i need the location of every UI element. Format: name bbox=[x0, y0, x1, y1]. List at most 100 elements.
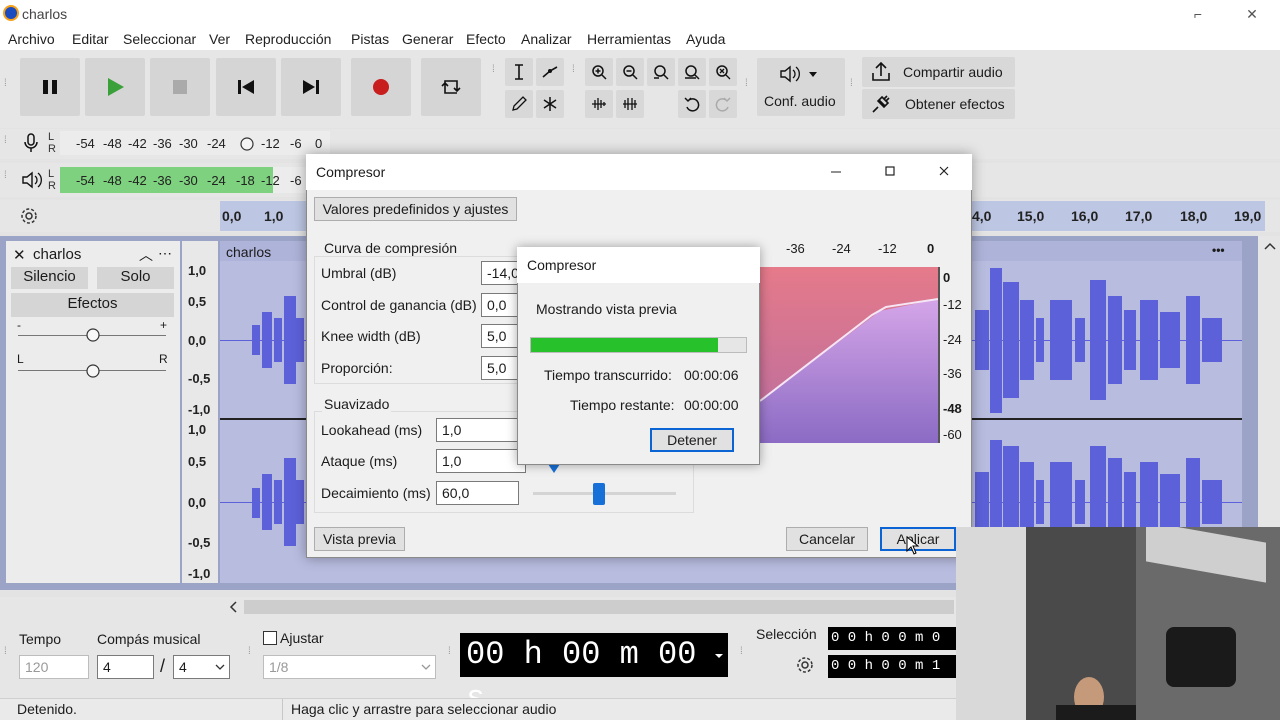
edit-grip-icon[interactable]: ⁞ bbox=[572, 65, 580, 75]
menu-ayuda[interactable]: Ayuda bbox=[686, 31, 725, 47]
selection-end-display[interactable]: 0 0 h 0 0 m 1 8.8 bbox=[828, 655, 968, 678]
preview-button[interactable]: Vista previa bbox=[314, 527, 405, 551]
maximize-icon[interactable] bbox=[884, 165, 896, 177]
record-button[interactable] bbox=[351, 58, 411, 116]
zoom-toggle-button[interactable] bbox=[709, 58, 737, 86]
skip-start-icon bbox=[238, 80, 254, 94]
menu-archivo[interactable]: Archivo bbox=[8, 31, 55, 47]
menu-ver[interactable]: Ver bbox=[209, 31, 230, 47]
menu-generar[interactable]: Generar bbox=[402, 31, 453, 47]
chevron-down-icon bbox=[715, 654, 723, 658]
silence-button[interactable] bbox=[616, 90, 644, 118]
share-audio-button[interactable]: Compartir audio bbox=[862, 57, 1015, 87]
release-slider-thumb[interactable] bbox=[593, 483, 605, 505]
close-icon[interactable] bbox=[938, 165, 950, 177]
meter-denominator-value: 4 bbox=[179, 659, 187, 675]
waveform-segment bbox=[296, 318, 304, 362]
menu-herramientas[interactable]: Herramientas bbox=[587, 31, 671, 47]
snap-select[interactable]: 1/8 bbox=[263, 655, 436, 679]
envelope-tool-button[interactable] bbox=[536, 58, 564, 86]
fit-selection-button[interactable] bbox=[647, 58, 675, 86]
clip-name[interactable]: charlos bbox=[226, 244, 271, 260]
tools-grip-icon[interactable]: ⁞ bbox=[492, 65, 500, 75]
audio-setup-grip-icon[interactable]: ⁞ bbox=[745, 79, 753, 89]
selection-gear-icon[interactable] bbox=[796, 656, 814, 674]
rec-level-knob-icon[interactable] bbox=[240, 137, 254, 151]
cancel-button[interactable]: Cancelar bbox=[786, 527, 868, 551]
status-divider bbox=[282, 699, 283, 720]
attack-input[interactable]: 1,0 bbox=[436, 449, 526, 473]
horizontal-scrollbar-thumb[interactable] bbox=[244, 600, 954, 614]
mute-button[interactable]: Silencio bbox=[11, 267, 88, 289]
time-display[interactable]: 00 h 00 m 00 s bbox=[460, 633, 728, 717]
menu-efecto[interactable]: Efecto bbox=[466, 31, 506, 47]
audio-setup-label: Conf. audio bbox=[764, 93, 836, 109]
selection-grip-icon[interactable]: ⁞ bbox=[740, 647, 748, 657]
menu-editar[interactable]: Editar bbox=[72, 31, 109, 47]
zoom-out-button[interactable] bbox=[616, 58, 644, 86]
play-meter-grip-icon[interactable]: ⁞ bbox=[4, 171, 12, 181]
menu-seleccionar[interactable]: Seleccionar bbox=[123, 31, 196, 47]
gain-slider-knob-icon[interactable] bbox=[86, 328, 100, 342]
pan-slider-knob-icon[interactable] bbox=[86, 364, 100, 378]
meter-numerator-input[interactable]: 4 bbox=[97, 655, 154, 679]
skip-to-end-button[interactable] bbox=[281, 58, 341, 116]
presets-button[interactable]: Valores predefinidos y ajustes bbox=[314, 197, 517, 221]
attack-slider-thumb-icon[interactable] bbox=[548, 464, 560, 474]
zoom-fit-icon bbox=[685, 65, 700, 80]
close-window-button[interactable]: ✕ bbox=[1242, 4, 1262, 24]
play-button[interactable] bbox=[85, 58, 145, 116]
release-input[interactable]: 60,0 bbox=[436, 481, 519, 505]
lookahead-input[interactable]: 1,0 bbox=[436, 418, 526, 442]
share-grip-icon[interactable]: ⁞ bbox=[850, 79, 858, 89]
solo-button[interactable]: Solo bbox=[97, 267, 174, 289]
undo-button[interactable] bbox=[678, 90, 706, 118]
minimize-icon[interactable] bbox=[830, 166, 842, 178]
audio-setup-button[interactable]: Conf. audio bbox=[757, 58, 845, 116]
pan-left-label: L bbox=[17, 352, 24, 366]
snap-checkbox[interactable] bbox=[263, 631, 277, 645]
timeline-settings-gear-icon[interactable] bbox=[20, 207, 38, 225]
get-effects-button[interactable]: Obtener efectos bbox=[862, 89, 1015, 119]
multi-tool-button[interactable] bbox=[536, 90, 564, 118]
redo-button[interactable] bbox=[709, 90, 737, 118]
speaker-icon[interactable] bbox=[21, 170, 43, 190]
scroll-left-arrow-icon[interactable] bbox=[228, 601, 238, 613]
time-display-grip-icon[interactable]: ⁞ bbox=[448, 647, 456, 657]
menu-reproduccion[interactable]: Reproducción bbox=[245, 31, 331, 47]
draw-tool-button[interactable] bbox=[505, 90, 533, 118]
microphone-icon[interactable] bbox=[23, 133, 39, 153]
tempo-input[interactable]: 120 bbox=[19, 655, 89, 679]
waveform-segment bbox=[1050, 300, 1072, 380]
trim-button[interactable] bbox=[585, 90, 613, 118]
track-name[interactable]: charlos bbox=[33, 246, 81, 263]
loop-icon bbox=[441, 80, 461, 94]
skip-to-start-button[interactable] bbox=[216, 58, 276, 116]
rec-meter-grip-icon[interactable]: ⁞ bbox=[4, 136, 12, 146]
zoom-in-icon bbox=[592, 65, 607, 80]
track-menu-button[interactable]: ⋯ bbox=[158, 245, 172, 262]
selection-start-display[interactable]: 0 0 h 0 0 m 0 0.0 bbox=[828, 627, 968, 650]
minimize-button[interactable]: ⌐ bbox=[1188, 4, 1208, 24]
pause-button[interactable] bbox=[20, 58, 80, 116]
time-signature-grip-icon[interactable]: ⁞ bbox=[4, 647, 12, 657]
loop-button[interactable] bbox=[421, 58, 481, 116]
stop-preview-button[interactable]: Detener bbox=[650, 428, 734, 452]
stop-button[interactable] bbox=[150, 58, 210, 116]
clip-menu-button[interactable]: ••• bbox=[1212, 243, 1225, 257]
effects-button[interactable]: Efectos bbox=[11, 293, 174, 317]
track-collapse-button[interactable]: ︿ bbox=[139, 245, 153, 265]
release-value: 60,0 bbox=[442, 485, 470, 501]
snap-grip-icon[interactable]: ⁞ bbox=[248, 647, 256, 657]
menu-analizar[interactable]: Analizar bbox=[521, 31, 572, 47]
scroll-up-arrow-icon[interactable] bbox=[1264, 242, 1276, 250]
selection-tool-button[interactable] bbox=[505, 58, 533, 86]
plug-icon bbox=[872, 95, 890, 113]
waveform-segment bbox=[975, 472, 989, 532]
snap-value: 1/8 bbox=[269, 659, 289, 675]
fit-project-button[interactable] bbox=[678, 58, 706, 86]
toolbar-grip-icon[interactable]: ⁞ bbox=[4, 79, 12, 89]
zoom-in-button[interactable] bbox=[585, 58, 613, 86]
menu-pistas[interactable]: Pistas bbox=[351, 31, 389, 47]
track-close-button[interactable]: ✕ bbox=[13, 246, 26, 264]
